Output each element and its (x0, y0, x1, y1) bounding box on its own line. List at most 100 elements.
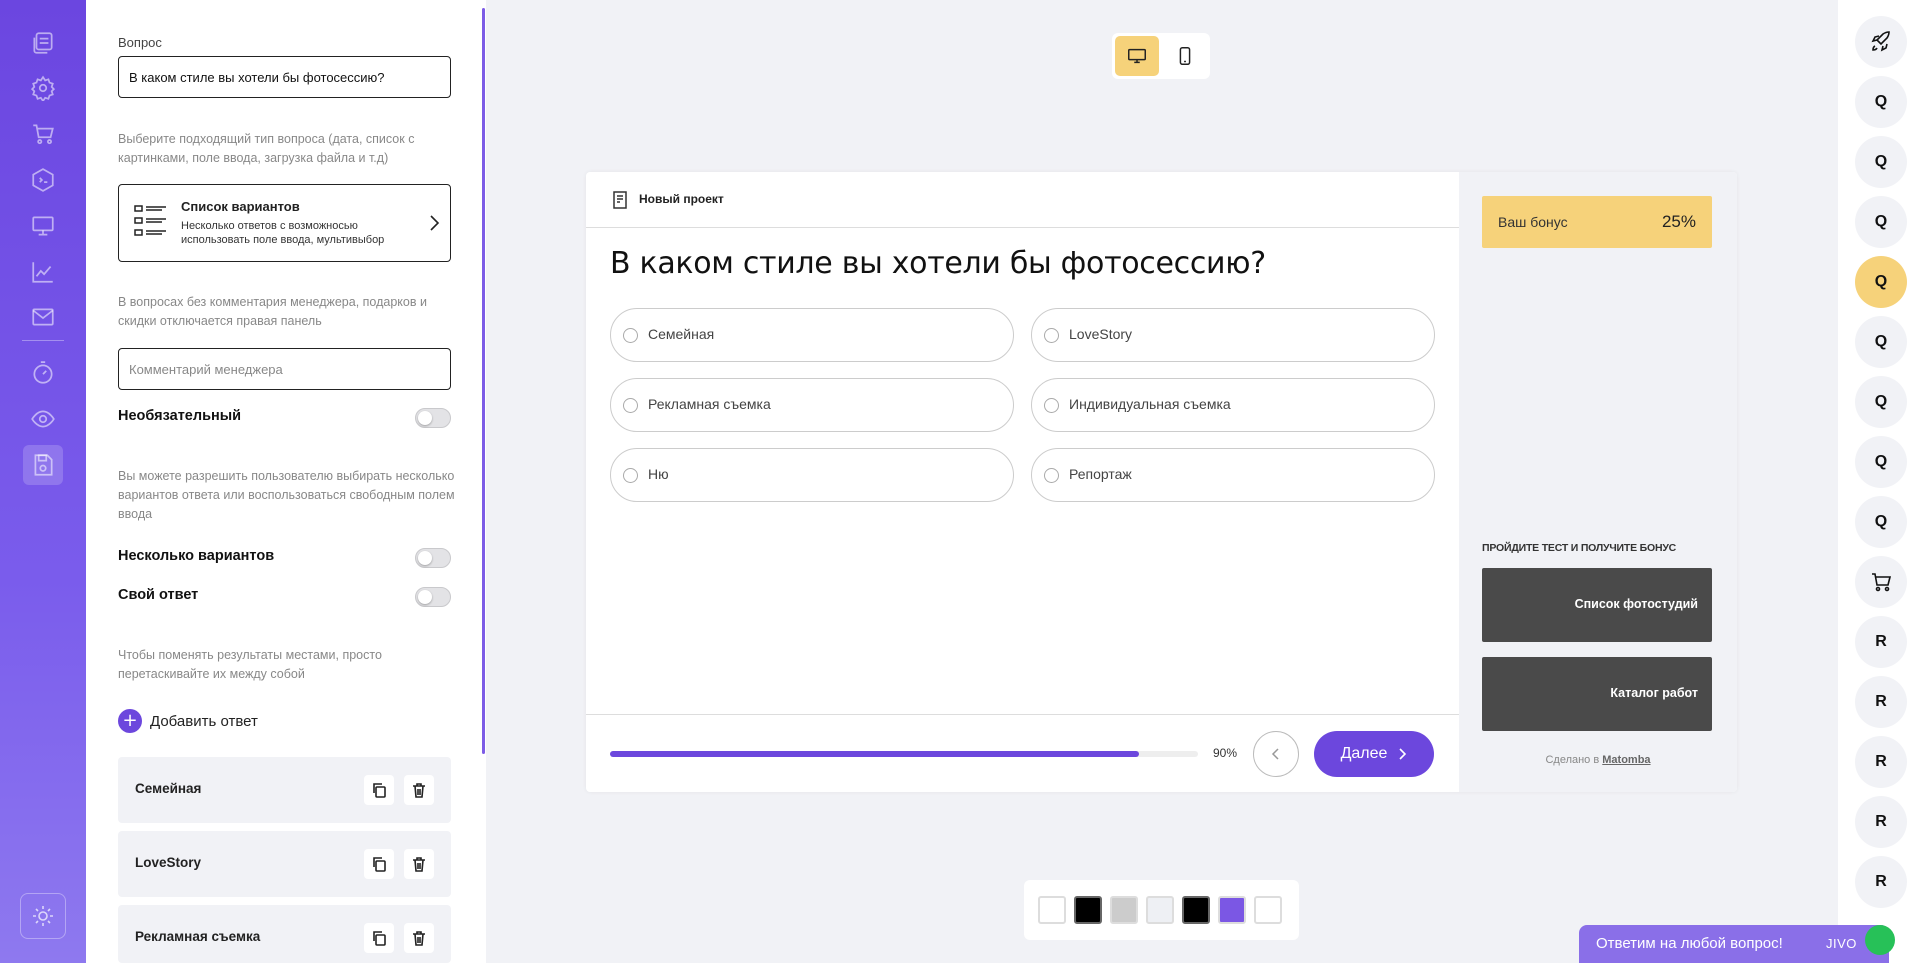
answer-name: Рекламная съемка (135, 929, 261, 944)
next-button[interactable]: Далее (1314, 731, 1434, 777)
answer-item[interactable]: Рекламная съемка (118, 905, 451, 963)
quiz-preview: Новый проект В каком стиле вы хотели бы … (586, 172, 1737, 792)
back-button[interactable] (1253, 731, 1299, 777)
mail-icon[interactable] (23, 297, 63, 337)
answer-option[interactable]: Ню (610, 448, 1014, 502)
own-answer-toggle[interactable] (415, 587, 451, 607)
question-step[interactable]: Q (1855, 376, 1907, 428)
answer-option[interactable]: LoveStory (1031, 308, 1435, 362)
preview-sidebar: Ваш бонус 25% ПРОЙДИТЕ ТЕСТ И ПОЛУЧИТЕ Б… (1459, 172, 1737, 792)
question-step[interactable]: Q (1855, 436, 1907, 488)
cart-icon[interactable] (23, 114, 63, 154)
result-step[interactable]: R (1855, 856, 1907, 908)
question-step[interactable]: Q (1855, 196, 1907, 248)
analytics-icon[interactable] (23, 252, 63, 292)
type-hint: Выберите подходящий тип вопроса (дата, с… (118, 132, 415, 165)
radio-button[interactable] (1044, 328, 1059, 343)
radio-button[interactable] (623, 468, 638, 483)
pages-icon[interactable] (23, 23, 63, 63)
color-swatch[interactable] (1074, 896, 1102, 924)
color-swatch[interactable] (1218, 896, 1246, 924)
publish-step[interactable] (1855, 16, 1907, 68)
multiple-toggle[interactable] (415, 548, 451, 568)
question-step[interactable]: Q (1855, 136, 1907, 188)
answer-option[interactable]: Рекламная съемка (610, 378, 1014, 432)
copy-icon (373, 931, 386, 946)
copy-button[interactable] (364, 849, 394, 879)
question-input[interactable]: В каком стиле вы хотели бы фотосессию? (118, 56, 451, 98)
question-step[interactable]: Q (1855, 76, 1907, 128)
progress-bar (610, 751, 1198, 757)
trash-icon (413, 783, 425, 798)
cart-step[interactable] (1855, 556, 1907, 608)
device-switch (1112, 33, 1210, 79)
studios-list-label: Список фотостудий (1574, 597, 1698, 611)
code-icon[interactable] (23, 160, 63, 200)
studios-list-button[interactable]: Список фотостудий (1482, 568, 1712, 642)
color-swatch[interactable] (1182, 896, 1210, 924)
question-label: Вопрос (118, 35, 162, 50)
project-name: Новый проект (639, 192, 724, 206)
question-type-selector[interactable]: Список вариантов Несколько ответов с воз… (118, 184, 451, 262)
timer-icon[interactable] (23, 353, 63, 393)
answer-option[interactable]: Индивидуальная съемка (1031, 378, 1435, 432)
multiple-row: Несколько вариантов (118, 546, 451, 568)
chevron-right-icon (1399, 748, 1407, 760)
save-icon[interactable] (23, 445, 63, 485)
result-step[interactable]: R (1855, 616, 1907, 668)
mobile-view-button[interactable] (1163, 36, 1207, 76)
preview-footer: 90% Далее (586, 714, 1459, 792)
progress-fill (610, 751, 1140, 757)
steps-rail: Q Q Q Q Q Q Q Q R R R R R (1838, 0, 1919, 963)
delete-button[interactable] (404, 775, 434, 805)
add-answer-button[interactable]: + Добавить ответ (118, 709, 258, 733)
answer-option[interactable]: Репортаж (1031, 448, 1435, 502)
radio-button[interactable] (1044, 398, 1059, 413)
chat-widget[interactable]: Ответим на любой вопрос! JIVO (1579, 925, 1895, 963)
portfolio-button[interactable]: Каталог работ (1482, 657, 1712, 731)
multiple-label: Несколько вариантов (118, 548, 275, 564)
color-swatch[interactable] (1146, 896, 1174, 924)
theme-toggle-button[interactable] (20, 893, 66, 939)
result-step[interactable]: R (1855, 676, 1907, 728)
answer-name: Семейная (135, 781, 202, 796)
delete-button[interactable] (404, 849, 434, 879)
question-step[interactable]: Q (1855, 316, 1907, 368)
question-step[interactable]: Q (1855, 496, 1907, 548)
desktop-view-button[interactable] (1115, 36, 1159, 76)
copy-icon (373, 783, 386, 798)
made-by-prefix: Сделано в (1545, 754, 1600, 766)
reorder-hint: Чтобы поменять результаты местами, прост… (118, 648, 382, 681)
color-swatch[interactable] (1110, 896, 1138, 924)
editor-scrollbar[interactable] (482, 8, 485, 754)
question-step-current[interactable]: Q (1855, 256, 1907, 308)
radio-button[interactable] (1044, 468, 1059, 483)
answer-item[interactable]: LoveStory (118, 831, 451, 897)
trash-icon (413, 857, 425, 872)
manager-comment-input[interactable]: Комментарий менеджера (118, 348, 451, 390)
sidebar-title: ПРОЙДИТЕ ТЕСТ И ПОЛУЧИТЕ БОНУС (1482, 542, 1677, 554)
cart-icon (1872, 573, 1892, 592)
radio-button[interactable] (623, 328, 638, 343)
settings-icon[interactable] (23, 68, 63, 108)
progress-percent: 90% (1213, 746, 1238, 760)
chevron-left-icon (1271, 748, 1279, 760)
copy-button[interactable] (364, 775, 394, 805)
delete-button[interactable] (404, 923, 434, 953)
question-type-description: Несколько ответов с возможносью использо… (181, 220, 385, 246)
radio-button[interactable] (623, 398, 638, 413)
preview-header: Новый проект (586, 172, 1459, 228)
made-by-link[interactable]: Matomba (1602, 754, 1650, 766)
eye-icon[interactable] (23, 399, 63, 439)
answer-item[interactable]: Семейная (118, 757, 451, 823)
optional-toggle[interactable] (415, 408, 451, 428)
color-swatch[interactable] (1038, 896, 1066, 924)
result-step[interactable]: R (1855, 796, 1907, 848)
option-label: Рекламная съемка (648, 396, 771, 412)
color-swatch[interactable] (1254, 896, 1282, 924)
monitor-icon[interactable] (23, 206, 63, 246)
result-step[interactable]: R (1855, 736, 1907, 788)
question-type-title: Список вариантов (181, 199, 300, 214)
copy-button[interactable] (364, 923, 394, 953)
answer-option[interactable]: Семейная (610, 308, 1014, 362)
